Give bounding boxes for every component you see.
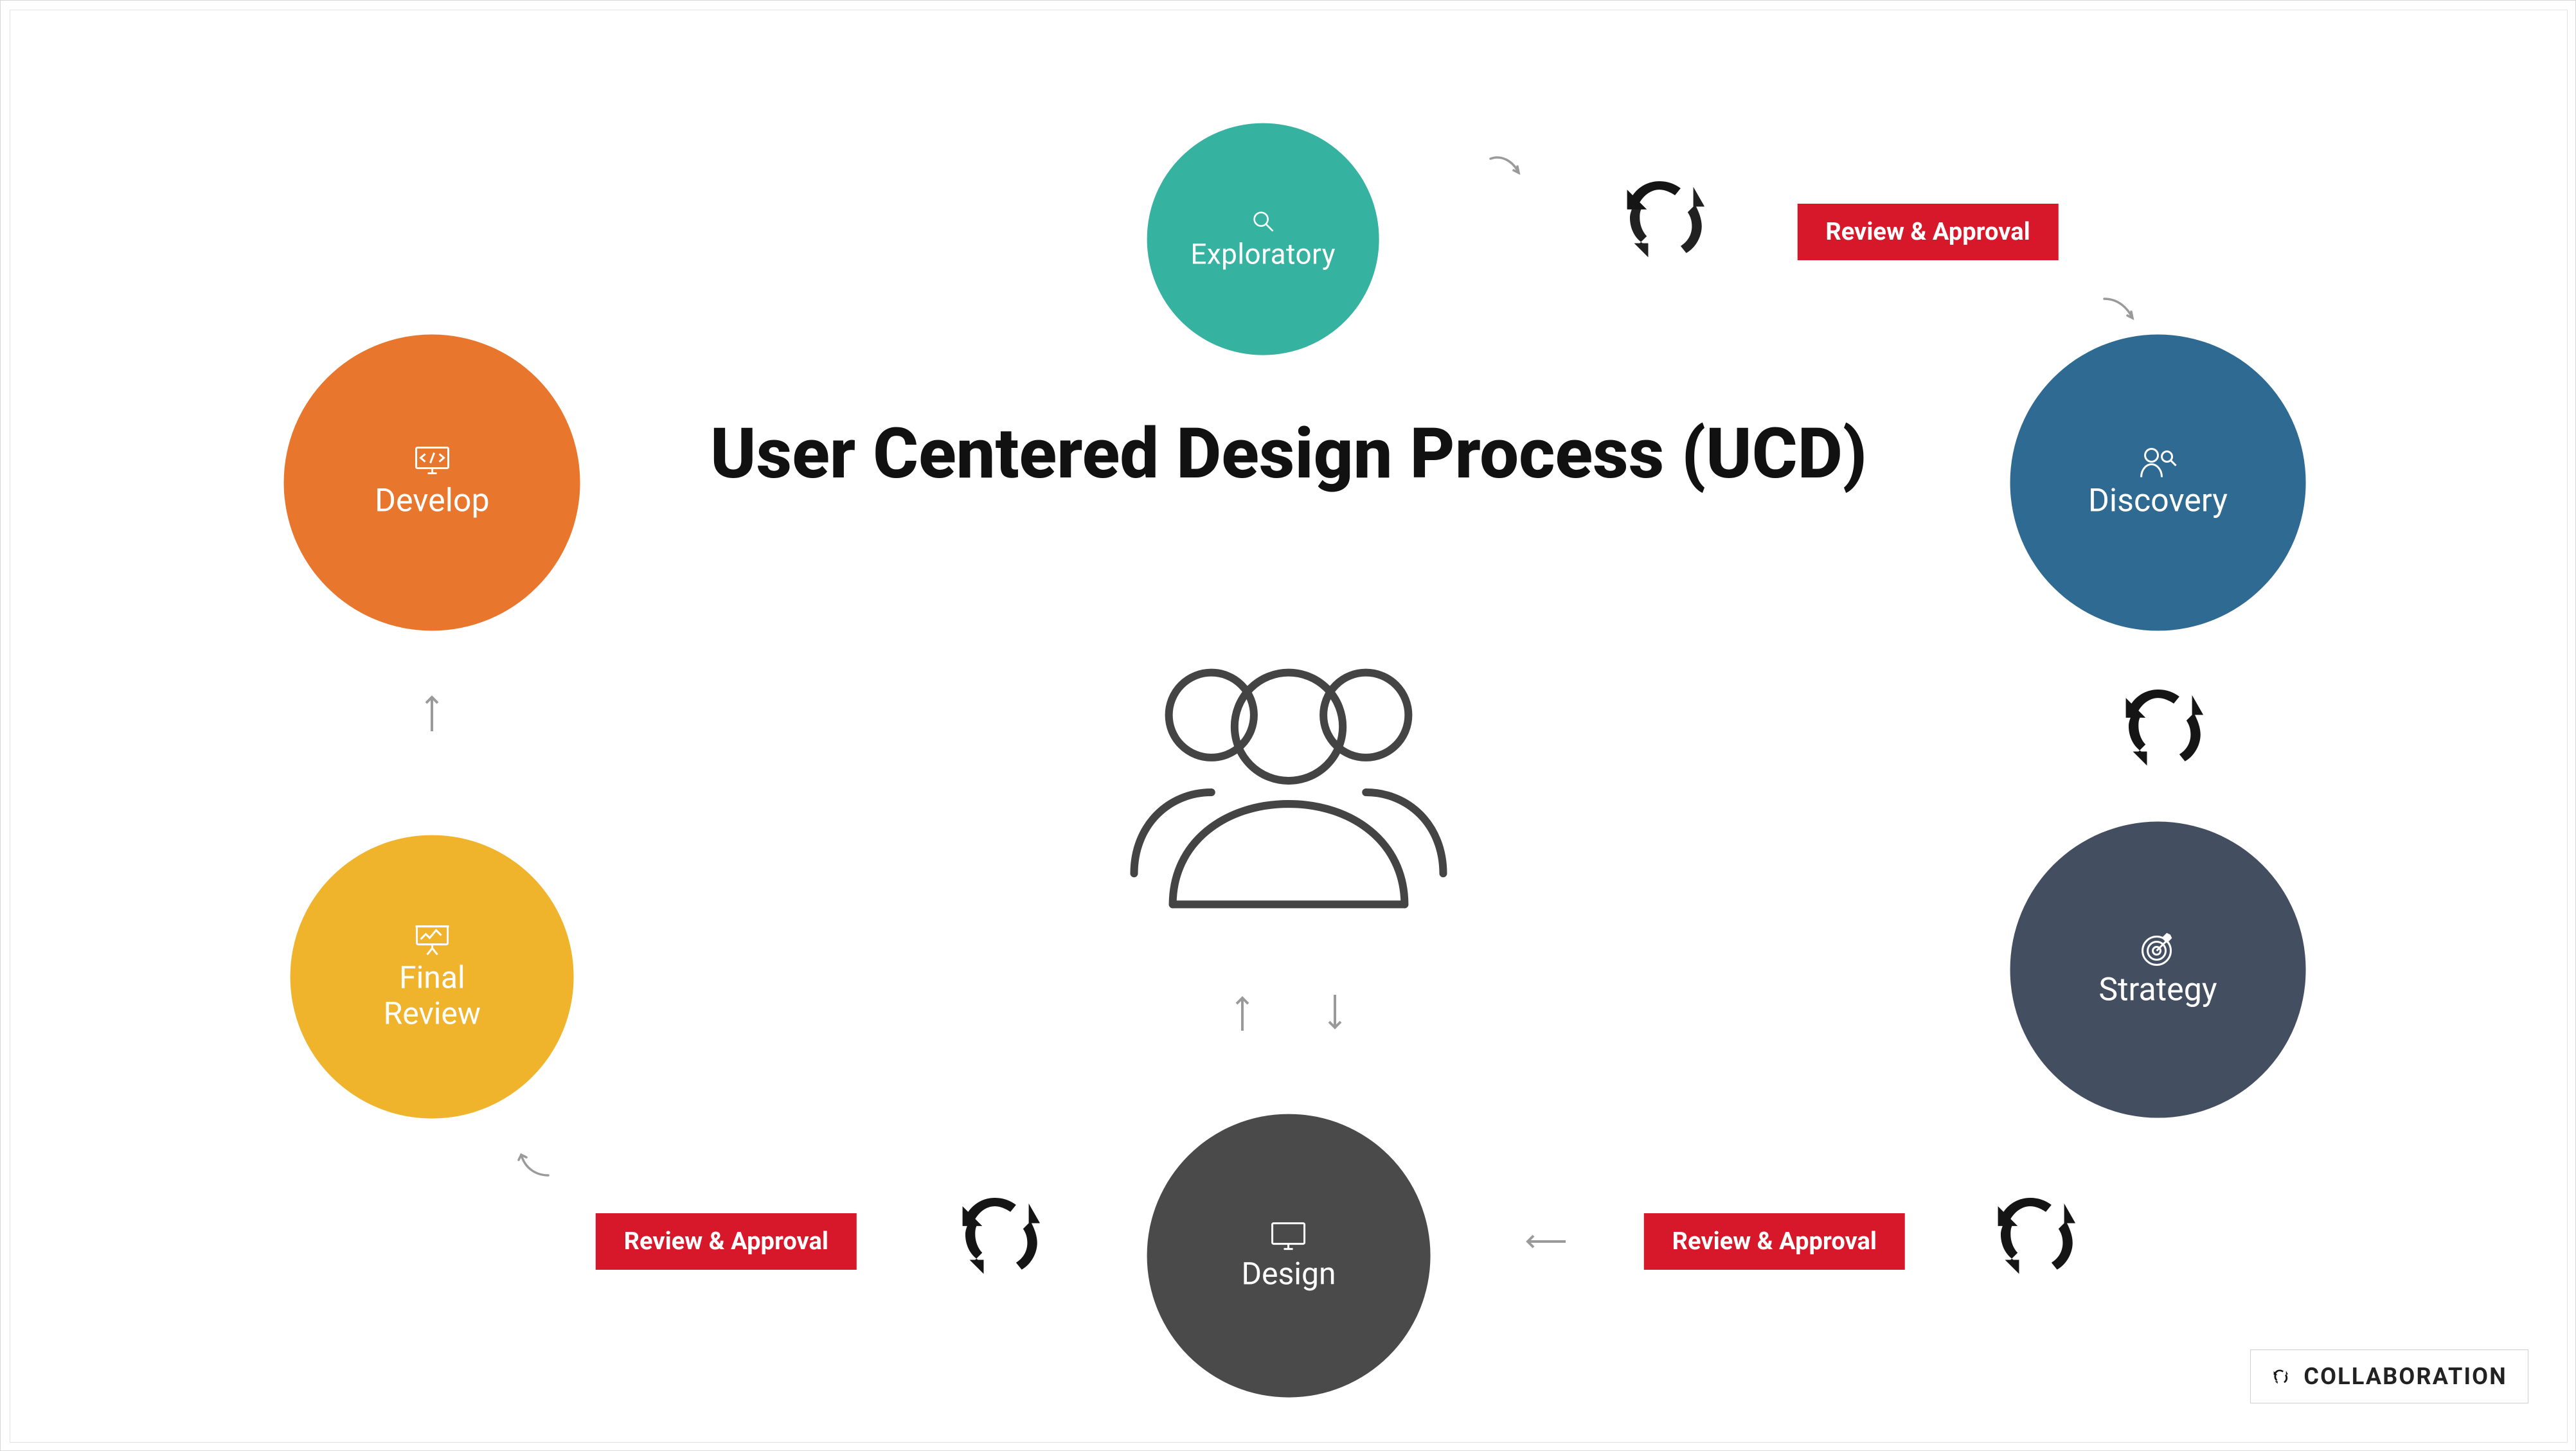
badge-label: Review & Approval bbox=[1672, 1227, 1877, 1256]
review-badge: Review & Approval bbox=[1644, 1213, 1905, 1270]
legend-label: COLLABORATION bbox=[2303, 1363, 2507, 1390]
node-strategy: Strategy bbox=[2010, 821, 2306, 1117]
recycle-icon bbox=[949, 1189, 1039, 1279]
recycle-icon bbox=[1985, 1189, 2075, 1279]
curve-arrow-icon bbox=[1488, 155, 1524, 181]
arrow-up-icon bbox=[1233, 993, 1252, 1032]
node-label: Strategy bbox=[2098, 972, 2217, 1009]
monitor-icon bbox=[1270, 1220, 1307, 1252]
user-magnifier-icon bbox=[2139, 445, 2178, 480]
recycle-icon bbox=[1614, 173, 1704, 263]
node-design: Design bbox=[1147, 1114, 1431, 1398]
node-label: Develop bbox=[375, 483, 490, 521]
recycle-icon bbox=[2113, 681, 2203, 771]
badge-label: Review & Approval bbox=[624, 1227, 828, 1256]
curve-arrow-icon bbox=[2102, 296, 2138, 326]
node-label: Design bbox=[1241, 1256, 1336, 1291]
recycle-icon bbox=[2271, 1368, 2288, 1385]
node-develop: Develop bbox=[284, 335, 580, 631]
magnifier-icon bbox=[1249, 208, 1276, 235]
legend: COLLABORATION bbox=[2250, 1349, 2528, 1403]
review-badge: Review & Approval bbox=[596, 1213, 857, 1270]
code-monitor-icon bbox=[412, 445, 452, 480]
diagram-canvas: User Centered Design Process (UCD) bbox=[10, 10, 2568, 1443]
arrow-left-icon bbox=[1522, 1234, 1567, 1249]
node-final-review: Final Review bbox=[291, 835, 574, 1118]
node-discovery: Discovery bbox=[2010, 335, 2306, 631]
review-badge: Review & Approval bbox=[1797, 204, 2058, 260]
slide-frame: User Centered Design Process (UCD) bbox=[0, 0, 2576, 1451]
node-exploratory: Exploratory bbox=[1147, 123, 1379, 355]
diagram-title: User Centered Design Process (UCD) bbox=[710, 414, 1867, 495]
arrow-up-icon bbox=[423, 691, 441, 733]
curve-arrow-icon bbox=[517, 1148, 551, 1178]
arrow-down-icon bbox=[1325, 993, 1345, 1032]
node-label: Final Review bbox=[384, 960, 481, 1031]
chart-easel-icon bbox=[413, 922, 451, 957]
node-label: Exploratory bbox=[1190, 238, 1336, 271]
badge-label: Review & Approval bbox=[1825, 218, 2030, 246]
node-label: Discovery bbox=[2088, 483, 2228, 521]
people-icon bbox=[1095, 642, 1481, 925]
target-icon bbox=[2139, 930, 2178, 969]
